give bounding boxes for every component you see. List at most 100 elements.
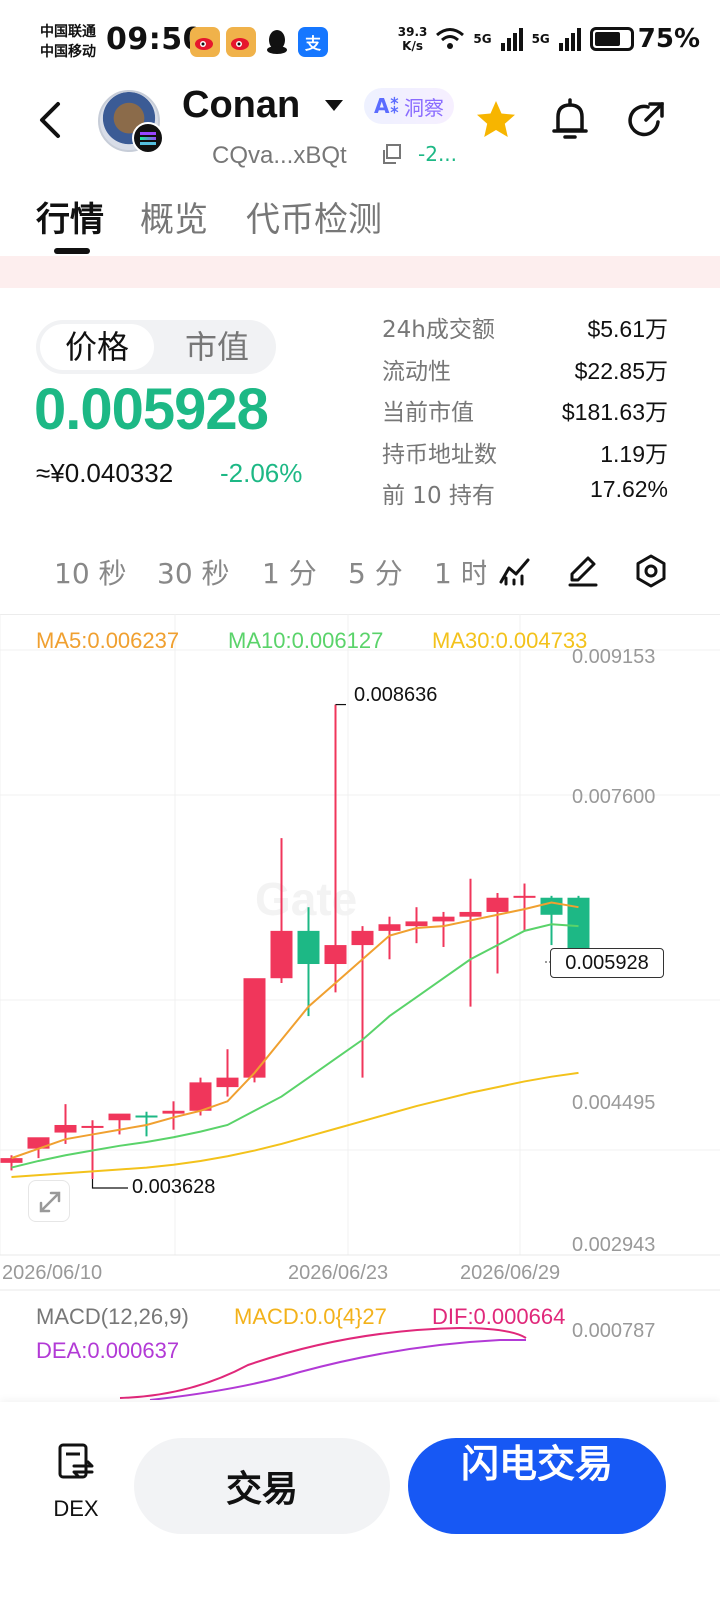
notice-strip[interactable] xyxy=(0,256,720,288)
stat-row: 24h成交额 $5.61万 xyxy=(382,306,668,348)
stats-panel: 24h成交额 $5.61万 流动性 $22.85万 当前市值 $181.63万 持币地… xyxy=(382,306,668,514)
signal-label-2: 5G xyxy=(531,32,550,46)
back-icon[interactable] xyxy=(34,100,70,140)
solana-chain-icon xyxy=(132,122,164,154)
candle-body xyxy=(135,1115,158,1118)
candle-body xyxy=(54,1124,77,1133)
expand-icon xyxy=(39,1191,61,1213)
candle-body xyxy=(540,897,563,915)
gate-watermark: Gate xyxy=(255,873,357,925)
interval-30s[interactable]: 30 秒 xyxy=(157,552,230,592)
stat-label: 前 10 持有 xyxy=(382,483,495,509)
low-price-annotation: 0.003628 xyxy=(132,1176,216,1198)
dex-label: DEX xyxy=(53,1496,99,1521)
stat-value: $22.85万 xyxy=(574,357,668,384)
stat-row: 前 10 持有 17.62% xyxy=(382,472,668,514)
interval-10s[interactable]: 10 秒 xyxy=(54,552,127,592)
stat-value: 1.19万 xyxy=(600,440,668,467)
interval-1m[interactable]: 1 分 xyxy=(262,552,317,592)
wifi-icon xyxy=(436,28,465,49)
price-cny: ≈¥0.040332 xyxy=(36,458,174,488)
toggle-price[interactable]: 价格 xyxy=(40,324,154,370)
carrier-1: 中国联通 xyxy=(40,24,96,40)
share-icon[interactable] xyxy=(626,100,666,140)
tab-token-check[interactable]: 代币检测 xyxy=(246,192,382,241)
bell-icon[interactable] xyxy=(550,98,590,142)
macd-title: MACD(12,26,9) xyxy=(36,1304,189,1329)
current-price: 0.005928 xyxy=(34,377,269,442)
candle-body xyxy=(513,895,536,898)
candle-body xyxy=(351,930,374,946)
price-change: -2.06% xyxy=(220,458,303,488)
interval-bar: 10 秒 30 秒 1 分 5 分 1 时 xyxy=(0,540,720,600)
y-axis-label: 0.004495 xyxy=(572,1092,656,1114)
draw-pencil-icon[interactable] xyxy=(566,554,600,588)
ai-icon: A⁑ xyxy=(374,94,400,118)
macd-axis-label: 0.000787 xyxy=(572,1320,656,1342)
candle-body xyxy=(378,924,401,931)
tab-indicator xyxy=(54,248,90,254)
macd-dif: DIF:0.000664 xyxy=(432,1304,566,1329)
stat-label: 24h成交额 xyxy=(382,317,495,343)
price-mode-toggle: 价格 市值 xyxy=(36,320,276,374)
candle-body xyxy=(432,916,455,922)
candle-body xyxy=(162,1110,185,1114)
macd-dif-line xyxy=(119,1326,527,1399)
macd-dea: DEA:0.000637 xyxy=(36,1338,180,1363)
net-speed-unit: K/s xyxy=(402,39,423,53)
flash-trade-button[interactable]: 闪电交易 xyxy=(408,1438,666,1534)
weibo-icon xyxy=(190,27,220,57)
candle-body xyxy=(189,1082,212,1111)
stat-label: 流动性 xyxy=(382,358,451,385)
net-speed-value: 39.3 xyxy=(397,25,428,39)
y-axis-label: 0.007600 xyxy=(572,786,656,808)
candle-body xyxy=(216,1077,239,1088)
x-axis-label: 2026/06/23 xyxy=(288,1262,389,1284)
stat-value: $181.63万 xyxy=(561,399,668,425)
stat-row: 持币地址数 1.19万 xyxy=(382,431,668,473)
interval-5m[interactable]: 5 分 xyxy=(348,552,403,592)
candle-body xyxy=(297,930,320,965)
last-price-tag: 0.005928 xyxy=(550,948,664,978)
candle-body xyxy=(81,1125,104,1128)
status-right: 39.3 K/s 5G 5G 75% xyxy=(398,24,700,54)
signal-icon xyxy=(500,28,523,51)
signal-label-1: 5G xyxy=(473,32,492,46)
tab-overview[interactable]: 概览 xyxy=(140,192,208,241)
token-address: CQva...xBQt xyxy=(212,142,347,169)
tab-market[interactable]: 行情 xyxy=(36,192,104,241)
settings-icon[interactable] xyxy=(634,554,668,588)
ai-insight-button[interactable]: A⁑ 洞察 xyxy=(364,88,454,124)
ma30-legend: MA30:0.004733 xyxy=(432,628,588,653)
network-speed: 39.3 K/s xyxy=(398,25,428,53)
trade-button[interactable]: 交易 xyxy=(134,1438,390,1534)
stat-label: 持币地址数 xyxy=(382,441,497,468)
signal-icon xyxy=(558,28,581,51)
header-price-change: -2... xyxy=(418,142,458,166)
stat-value: $5.61万 xyxy=(587,316,668,342)
candle-body xyxy=(270,930,293,979)
macd-dea-line xyxy=(149,1339,526,1400)
x-axis-label: 2026/06/10 xyxy=(2,1262,103,1284)
stat-label: 当前市值 xyxy=(382,400,474,426)
interval-1h[interactable]: 1 时 xyxy=(434,552,486,592)
low-annotation-leader xyxy=(91,1178,128,1189)
ma10-line xyxy=(11,923,579,1169)
fullscreen-button[interactable] xyxy=(28,1180,70,1222)
token-name[interactable]: Conan xyxy=(182,84,300,127)
star-icon[interactable] xyxy=(474,98,518,142)
copy-icon[interactable] xyxy=(380,144,402,166)
chevron-down-icon[interactable] xyxy=(325,100,343,111)
candle-body xyxy=(324,945,347,965)
battery-indicator: 75% xyxy=(589,24,700,54)
y-axis-label: 0.002943 xyxy=(572,1234,656,1256)
main-tabs: 行情 概览 代币检测 xyxy=(0,184,720,256)
stat-value: 17.62% xyxy=(589,476,668,502)
battery-icon xyxy=(589,27,634,51)
indicator-icon[interactable] xyxy=(498,554,532,588)
candle-body xyxy=(108,1113,131,1121)
candle-body xyxy=(486,897,509,912)
dex-button[interactable]: DEX xyxy=(44,1440,108,1530)
ma5-legend: MA5:0.006237 xyxy=(36,628,180,653)
toggle-market-cap[interactable]: 市值 xyxy=(160,320,274,374)
